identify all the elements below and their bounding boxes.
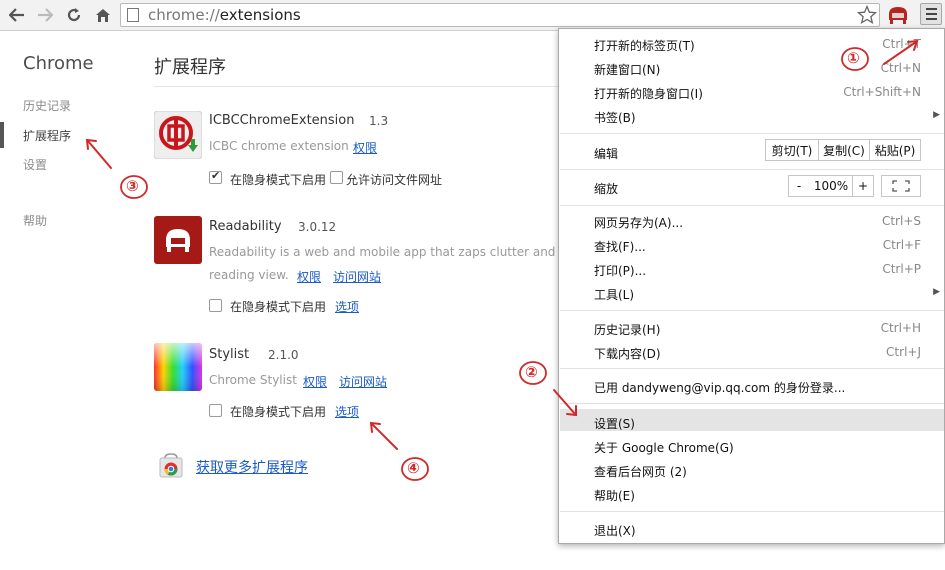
extension-name: Readability	[209, 219, 282, 234]
options-link[interactable]: 选项	[335, 403, 359, 420]
menu-item-history[interactable]: 历史记录(H)	[594, 321, 660, 338]
visit-website-link[interactable]: 访问网站	[339, 373, 387, 390]
menu-item-help[interactable]: 帮助(E)	[594, 487, 635, 504]
zoom-out-button[interactable]: -	[788, 175, 810, 197]
stylist-extension-icon	[154, 343, 202, 391]
incognito-checkbox[interactable]	[209, 169, 222, 184]
menu-item-signed-in[interactable]: 已用 dandyweng@vip.qq.com 的身份登录...	[594, 379, 845, 396]
extension-name: Stylist	[209, 347, 250, 362]
paste-button[interactable]: 粘贴(P)	[869, 139, 921, 161]
sidebar-item-history[interactable]: 历史记录	[23, 97, 71, 114]
menu-separator	[560, 403, 944, 404]
sidebar-title: Chrome	[23, 53, 94, 74]
menu-item-bookmarks[interactable]: 书签(B)	[594, 109, 636, 126]
shortcut-print: Ctrl+P	[882, 262, 921, 276]
sidebar-item-extensions[interactable]: 扩展程序	[23, 127, 71, 144]
incognito-label: 在隐身模式下启用	[230, 173, 327, 187]
page-icon	[127, 8, 139, 22]
web-store-icon	[158, 452, 184, 478]
reload-icon[interactable]	[63, 4, 85, 26]
incognito-checkbox[interactable]	[209, 404, 222, 417]
menu-item-zoom: 缩放	[594, 182, 619, 196]
visit-website-link[interactable]: 访问网站	[333, 268, 381, 285]
extension-version: 1.3	[369, 114, 389, 128]
menu-item-new-window[interactable]: 新建窗口(N)	[594, 61, 660, 78]
annotation-3: ③	[126, 177, 139, 195]
shortcut-downloads: Ctrl+J	[886, 345, 921, 359]
menu-separator	[560, 205, 944, 206]
back-arrow-icon[interactable]	[6, 4, 28, 26]
sidebar-active-indicator	[0, 122, 4, 148]
chrome-dropdown-menu: 打开新的标签页(T) Ctrl+T 新建窗口(N) Ctrl+N 打开新的隐身窗…	[558, 28, 945, 544]
home-icon[interactable]	[92, 4, 114, 26]
menu-item-about[interactable]: 关于 Google Chrome(G)	[594, 439, 734, 456]
incognito-label: 在隐身模式下启用	[230, 405, 327, 419]
extension-version: 3.0.12	[298, 220, 337, 234]
fullscreen-icon[interactable]	[881, 175, 921, 197]
zoom-in-button[interactable]: +	[852, 175, 874, 197]
submenu-arrow-icon: ▶	[933, 110, 940, 120]
submenu-arrow-icon: ▶	[933, 287, 940, 297]
page-title: 扩展程序	[154, 57, 226, 78]
menu-item-exit[interactable]: 退出(X)	[594, 522, 636, 539]
options-link[interactable]: 选项	[335, 298, 359, 315]
incognito-label: 在隐身模式下启用	[230, 300, 327, 314]
extension-name: ICBCChromeExtension	[209, 113, 355, 128]
extension-description: ICBC chrome extension	[209, 139, 349, 153]
menu-separator	[560, 511, 944, 512]
chrome-menu-button[interactable]	[920, 3, 942, 25]
get-more-extensions-link[interactable]: 获取更多扩展程序	[196, 457, 308, 477]
incognito-checkbox[interactable]	[209, 299, 222, 312]
menu-item-settings[interactable]: 设置(S)	[594, 415, 635, 432]
menu-item-incognito[interactable]: 打开新的隐身窗口(I)	[594, 85, 703, 102]
menu-item-edit: 编辑	[594, 147, 619, 161]
forward-arrow-icon[interactable]	[34, 4, 56, 26]
menu-item-save-as[interactable]: 网页另存为(A)...	[594, 214, 683, 231]
menu-separator	[560, 368, 944, 369]
menu-item-tools[interactable]: 工具(L)	[594, 286, 634, 303]
file-access-checkbox[interactable]	[330, 171, 343, 184]
permissions-link[interactable]: 权限	[353, 139, 377, 156]
title-divider	[154, 86, 558, 87]
icbc-extension-icon	[153, 110, 203, 160]
shortcut-new-window: Ctrl+N	[880, 61, 921, 75]
menu-separator	[560, 310, 944, 311]
menu-separator	[560, 169, 944, 170]
browser-toolbar: chrome://extensions	[0, 0, 945, 31]
shortcut-incognito: Ctrl+Shift+N	[843, 85, 921, 99]
zoom-level: 100%	[809, 175, 853, 197]
extension-description-cont: reading view.	[209, 268, 289, 282]
permissions-link[interactable]: 权限	[303, 373, 327, 390]
copy-button[interactable]: 复制(C)	[818, 139, 870, 161]
sidebar-item-settings[interactable]: 设置	[23, 156, 47, 173]
extension-description: Chrome Stylist	[209, 373, 297, 387]
shortcut-save-as: Ctrl+S	[881, 214, 921, 228]
permissions-link[interactable]: 权限	[297, 268, 321, 285]
menu-separator	[560, 133, 944, 134]
address-bar[interactable]: chrome://extensions	[120, 3, 880, 27]
annotation-2: ②	[525, 363, 538, 381]
shortcut-find: Ctrl+F	[882, 238, 921, 252]
annotation-4: ④	[407, 459, 420, 477]
shortcut-new-tab: Ctrl+T	[882, 37, 921, 51]
url-text: chrome://extensions	[148, 6, 301, 24]
menu-item-downloads[interactable]: 下载内容(D)	[594, 345, 661, 362]
shortcut-history: Ctrl+H	[880, 321, 921, 335]
menu-item-print[interactable]: 打印(P)...	[594, 262, 646, 279]
readability-extension-icon	[154, 216, 202, 264]
cut-button[interactable]: 剪切(T)	[765, 139, 819, 161]
bookmark-star-icon[interactable]	[856, 4, 878, 28]
extension-description: Readability is a web and mobile app that…	[209, 245, 558, 259]
menu-item-find[interactable]: 查找(F)...	[594, 238, 646, 255]
readability-extension-icon[interactable]	[886, 4, 910, 26]
menu-item-new-tab[interactable]: 打开新的标签页(T)	[594, 37, 695, 54]
menu-item-background-pages[interactable]: 查看后台网页 (2)	[594, 463, 687, 480]
sidebar-item-help[interactable]: 帮助	[23, 212, 47, 229]
extension-version: 2.1.0	[268, 348, 299, 362]
file-access-label: 允许访问文件网址	[346, 173, 443, 187]
